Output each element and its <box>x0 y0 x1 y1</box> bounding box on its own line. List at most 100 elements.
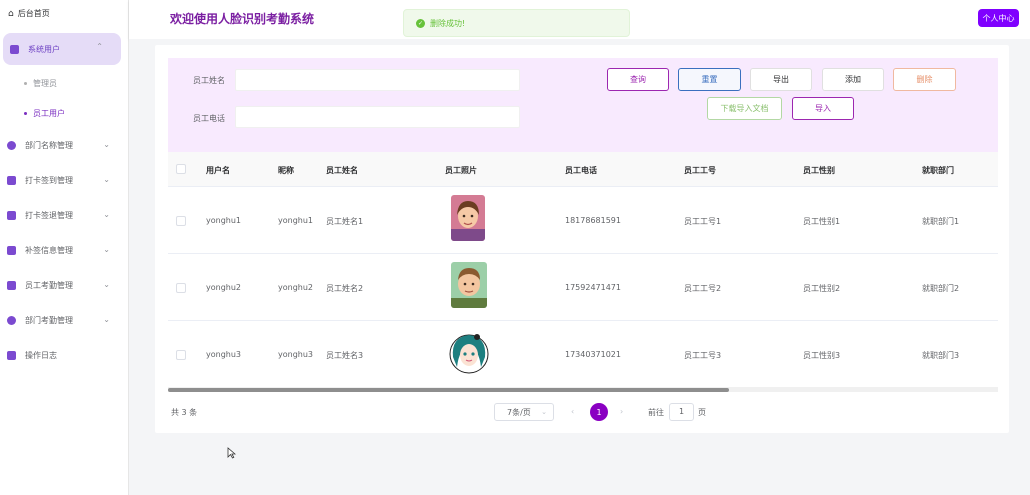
phone-search-input[interactable] <box>235 106 520 128</box>
checkout-icon <box>7 210 16 220</box>
avatar-woman-icon[interactable] <box>451 195 485 241</box>
row-checkbox[interactable] <box>176 350 186 360</box>
sidebar-item-resign[interactable]: 补签信息管理 ⌄ <box>0 236 128 264</box>
import-button[interactable]: 导入 <box>792 97 854 120</box>
log-icon <box>7 350 16 360</box>
chevron-down-icon: ⌄ <box>103 280 110 289</box>
top-header: 欢迎使用人脸识别考勤系统 ✓ 删除成功! 个人中心 <box>129 0 1030 39</box>
employee-table: 用户名 昵称 员工姓名 员工照片 员工电话 员工工号 员工性别 就职部门 yon… <box>168 152 998 390</box>
chevron-down-icon: ⌄ <box>103 210 110 219</box>
cell-phone: 18178681591 <box>565 216 621 225</box>
sidebar-item-attendance[interactable]: 员工考勤管理 ⌄ <box>0 271 128 299</box>
page-number-current[interactable]: 1 <box>590 403 608 421</box>
sidebar-item-label: 打卡签到管理 <box>25 175 73 185</box>
export-button[interactable]: 导出 <box>750 68 812 91</box>
sidebar: ⌂ 后台首页 系统用户 ⌃ 管理员 员工用户 部门名称管理 ⌄ 打卡签到管理 ⌄… <box>0 0 129 495</box>
checkin-icon <box>7 175 16 185</box>
goto-label: 前往 <box>648 408 664 417</box>
next-page-icon[interactable]: › <box>620 407 623 416</box>
avatar-man-icon[interactable] <box>451 262 487 308</box>
name-field-label: 员工姓名 <box>193 76 225 85</box>
bullet-icon <box>24 82 27 85</box>
chevron-down-icon: ⌄ <box>103 140 110 149</box>
column-header[interactable]: 员工电话 <box>565 165 597 176</box>
column-header[interactable]: 员工工号 <box>684 165 716 176</box>
cell-gender: 员工性别1 <box>803 217 841 226</box>
cell-dept: 就职部门3 <box>922 351 960 360</box>
sidebar-home-label: 后台首页 <box>17 9 50 18</box>
sidebar-subitem-admin[interactable]: 管理员 <box>24 78 57 89</box>
cell-gender: 员工性别3 <box>803 351 841 360</box>
user-center-button[interactable]: 个人中心 <box>978 9 1019 27</box>
prev-page-icon[interactable]: ‹ <box>571 407 574 416</box>
column-header[interactable]: 昵称 <box>278 165 294 176</box>
resign-icon <box>7 245 16 255</box>
sidebar-item-label: 部门考勤管理 <box>25 315 73 325</box>
avatar-girl-icon[interactable] <box>449 329 489 375</box>
success-toast: ✓ 删除成功! <box>403 9 630 37</box>
cell-username: yonghu1 <box>206 216 242 225</box>
chevron-down-icon: ⌄ <box>103 175 110 184</box>
download-template-button[interactable]: 下载导入文档 <box>707 97 782 120</box>
table-row[interactable]: yonghu2 yonghu2 员工姓名2 17592471471 员工工号2 … <box>168 254 998 321</box>
sidebar-subitem-label: 管理员 <box>33 79 57 88</box>
column-header[interactable]: 用户名 <box>206 165 230 176</box>
table-header: 用户名 昵称 员工姓名 员工照片 员工电话 员工工号 员工性别 就职部门 <box>168 152 998 187</box>
delete-button[interactable]: 删除 <box>893 68 956 91</box>
sidebar-item-system-users[interactable]: 系统用户 ⌃ <box>3 33 121 65</box>
cell-dept: 就职部门2 <box>922 284 960 293</box>
query-button[interactable]: 查询 <box>607 68 669 91</box>
cell-dept: 就职部门1 <box>922 217 960 226</box>
name-search-input[interactable] <box>235 69 520 91</box>
cell-nickname: yonghu1 <box>278 216 314 225</box>
user-group-icon <box>10 44 19 54</box>
cell-phone: 17592471471 <box>565 283 621 292</box>
sidebar-item-label: 打卡签退管理 <box>25 210 73 220</box>
sidebar-item-label: 部门名称管理 <box>25 140 73 150</box>
row-checkbox[interactable] <box>176 283 186 293</box>
table-row[interactable]: yonghu3 yonghu3 员工姓名3 17340371021 员工工号3 … <box>168 321 998 388</box>
toast-message: 删除成功! <box>430 18 466 28</box>
cell-number: 员工工号3 <box>684 351 722 360</box>
page-size-value: 7条/页 <box>507 407 531 417</box>
mouse-cursor-icon <box>227 447 237 462</box>
sidebar-home[interactable]: ⌂ 后台首页 <box>8 8 50 19</box>
check-circle-icon: ✓ <box>416 18 425 28</box>
dept-attendance-icon <box>7 315 16 325</box>
horizontal-scrollbar-thumb[interactable] <box>168 388 729 392</box>
sidebar-item-checkout[interactable]: 打卡签退管理 ⌄ <box>0 201 128 229</box>
sidebar-subitem-employee[interactable]: 员工用户 <box>24 108 65 119</box>
chevron-down-icon: ⌄ <box>103 315 110 324</box>
column-header[interactable]: 就职部门 <box>922 165 954 176</box>
add-button[interactable]: 添加 <box>822 68 884 91</box>
goto-page-input[interactable]: 1 <box>669 403 694 421</box>
table-row[interactable]: yonghu1 yonghu1 员工姓名1 18178681591 员工工号1 … <box>168 187 998 254</box>
sidebar-item-dept-attendance[interactable]: 部门考勤管理 ⌄ <box>0 306 128 334</box>
phone-field-label: 员工电话 <box>193 114 225 123</box>
page-title: 欢迎使用人脸识别考勤系统 <box>170 12 315 26</box>
column-header[interactable]: 员工姓名 <box>326 165 358 176</box>
cell-name: 员工姓名3 <box>326 351 364 360</box>
cell-number: 员工工号1 <box>684 217 722 226</box>
column-header[interactable]: 员工性别 <box>803 165 835 176</box>
sidebar-item-checkin[interactable]: 打卡签到管理 ⌄ <box>0 166 128 194</box>
bullet-icon <box>24 112 27 115</box>
cell-username: yonghu3 <box>206 350 242 359</box>
sidebar-item-label: 系统用户 <box>28 44 60 54</box>
chevron-down-icon: ⌄ <box>541 408 547 416</box>
cell-name: 员工姓名2 <box>326 284 364 293</box>
home-icon: ⌂ <box>8 8 14 19</box>
sidebar-item-department[interactable]: 部门名称管理 ⌄ <box>0 131 128 159</box>
cell-username: yonghu2 <box>206 283 242 292</box>
department-icon <box>7 140 16 150</box>
row-checkbox[interactable] <box>176 216 186 226</box>
sidebar-item-label: 操作日志 <box>25 350 57 360</box>
goto-suffix: 页 <box>698 408 706 417</box>
column-header[interactable]: 员工照片 <box>445 165 477 176</box>
sidebar-item-log[interactable]: 操作日志 <box>0 341 128 369</box>
page-size-select[interactable]: 7条/页 ⌄ <box>494 403 554 421</box>
cell-name: 员工姓名1 <box>326 217 364 226</box>
select-all-checkbox[interactable] <box>176 164 186 174</box>
reset-button[interactable]: 重置 <box>678 68 741 91</box>
sidebar-subitem-label: 员工用户 <box>33 109 65 118</box>
